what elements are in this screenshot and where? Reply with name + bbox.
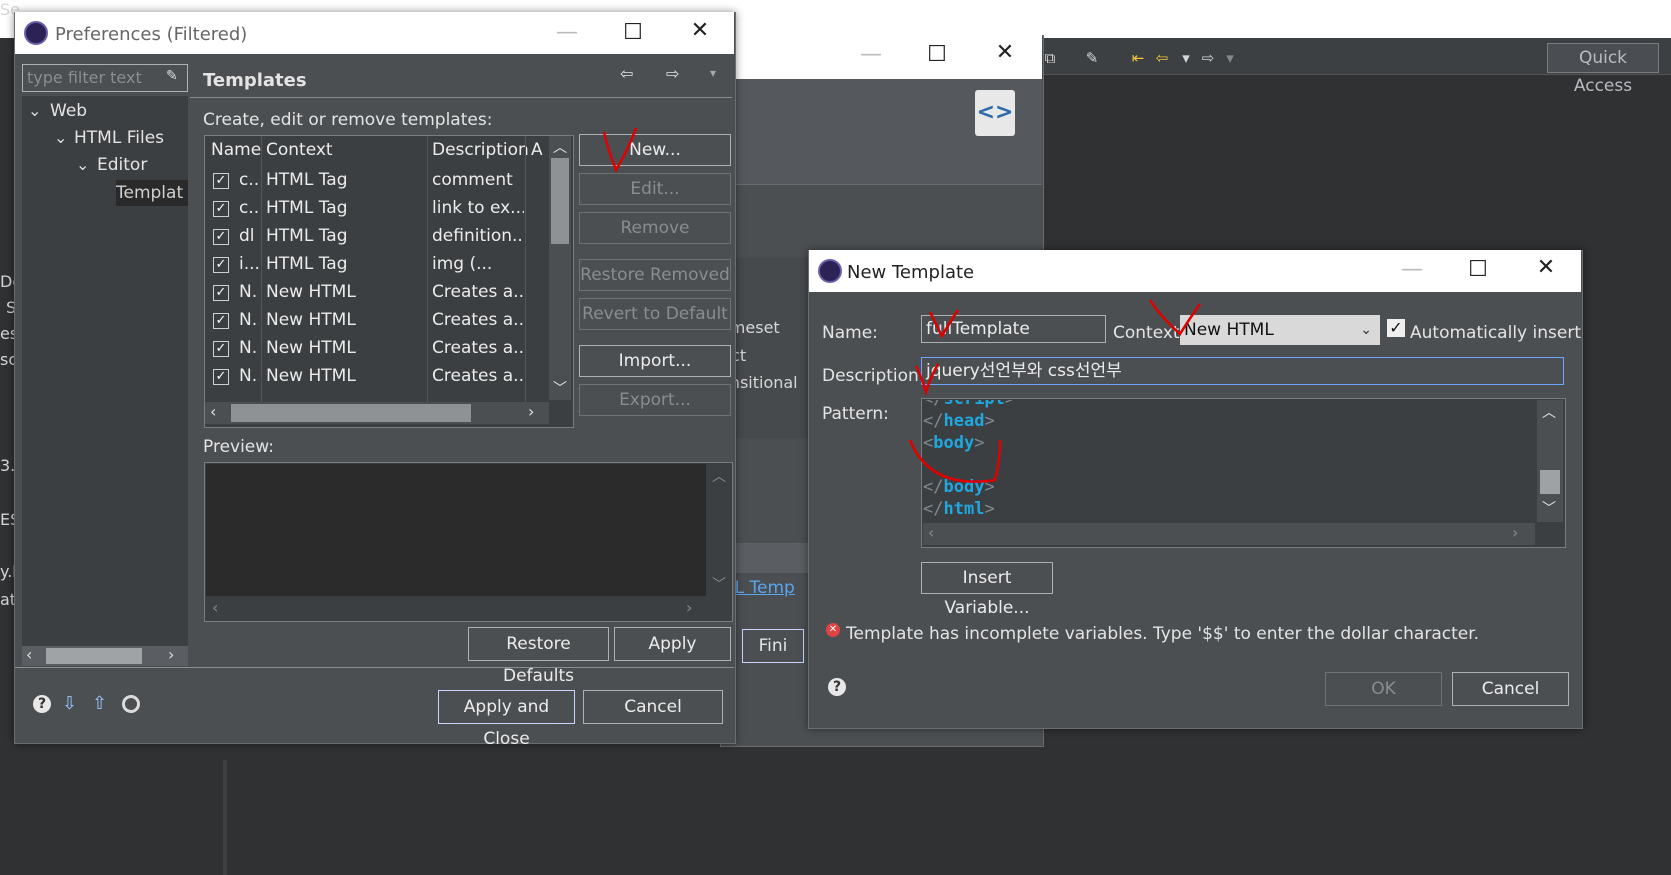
check-mark-annotation bbox=[602, 127, 638, 173]
annotation-overlay bbox=[602, 127, 1202, 483]
check-mark-annotation bbox=[928, 309, 960, 339]
check-mark-annotation bbox=[914, 363, 940, 397]
check-mark-annotation bbox=[908, 439, 1002, 483]
check-mark-annotation bbox=[1148, 299, 1202, 336]
